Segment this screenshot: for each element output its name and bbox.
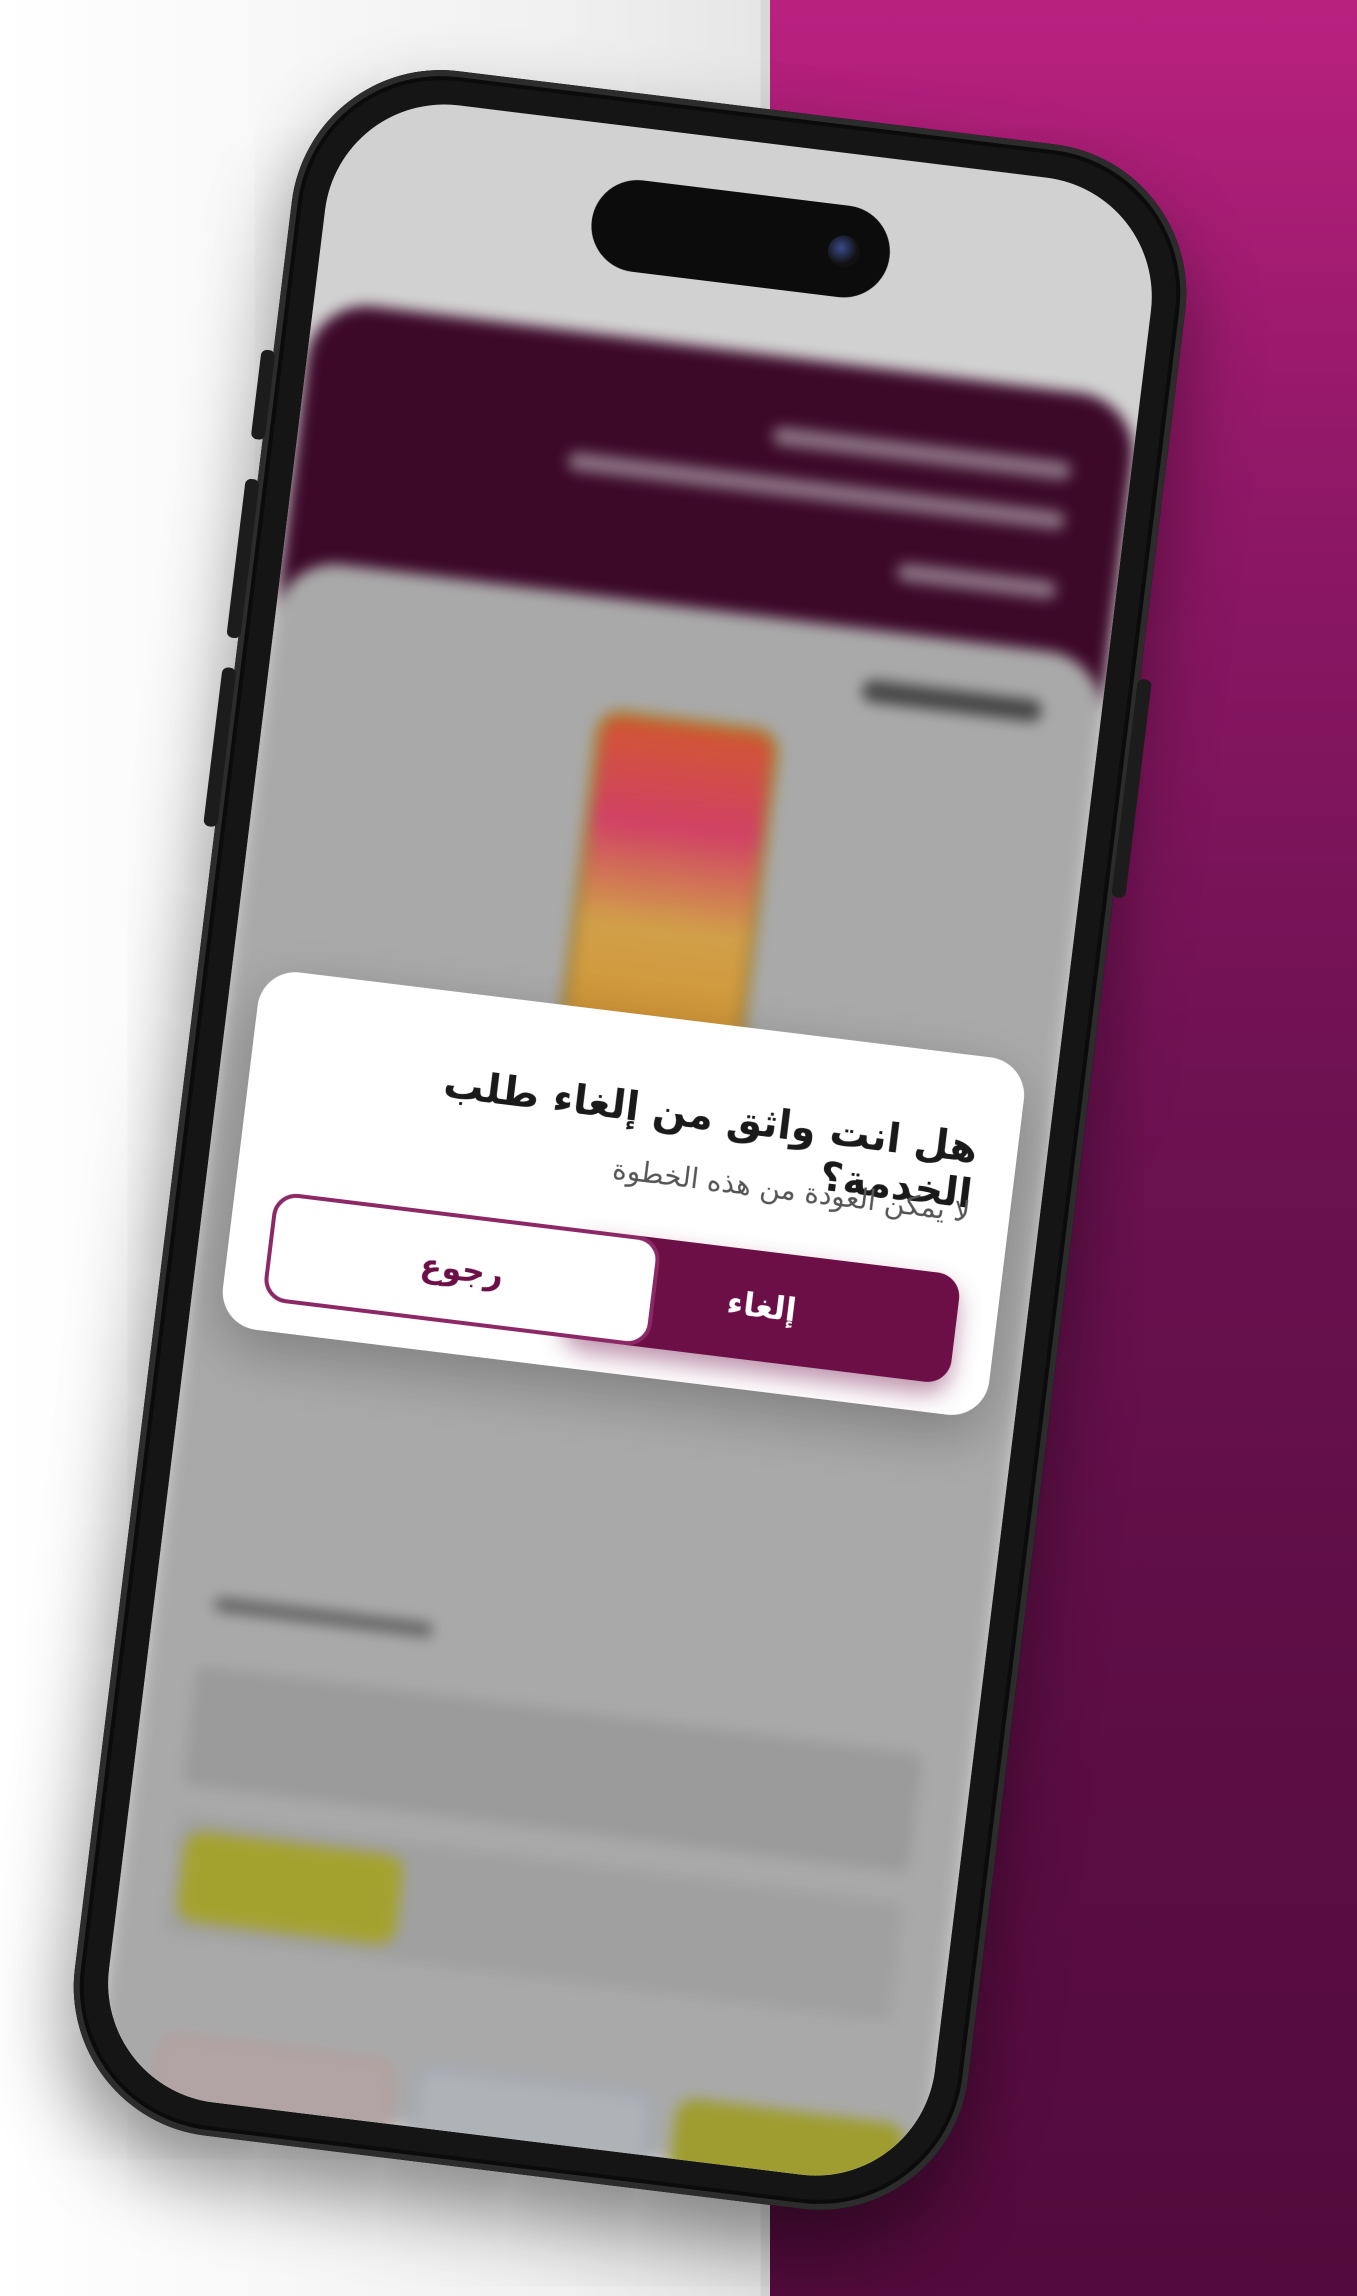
back-button[interactable]: رجوع <box>261 1191 663 1348</box>
phone-side-button-left-2 <box>226 478 260 639</box>
back-label: رجوع <box>418 1245 506 1294</box>
phone-side-button-left-1 <box>250 349 276 441</box>
phone-frame: هل انت واثق من إلغاء طلب الخدمة؟ لا يمكن… <box>56 52 1204 2228</box>
phone-side-button-right <box>1111 678 1152 899</box>
phone-side-button-left-3 <box>203 666 237 828</box>
camera-icon <box>826 233 862 270</box>
confirm-cancel-label: إلغاء <box>724 1283 799 1330</box>
phone-mockup-wrapper: هل انت واثق من إلغاء طلب الخدمة؟ لا يمكن… <box>56 52 1220 2240</box>
